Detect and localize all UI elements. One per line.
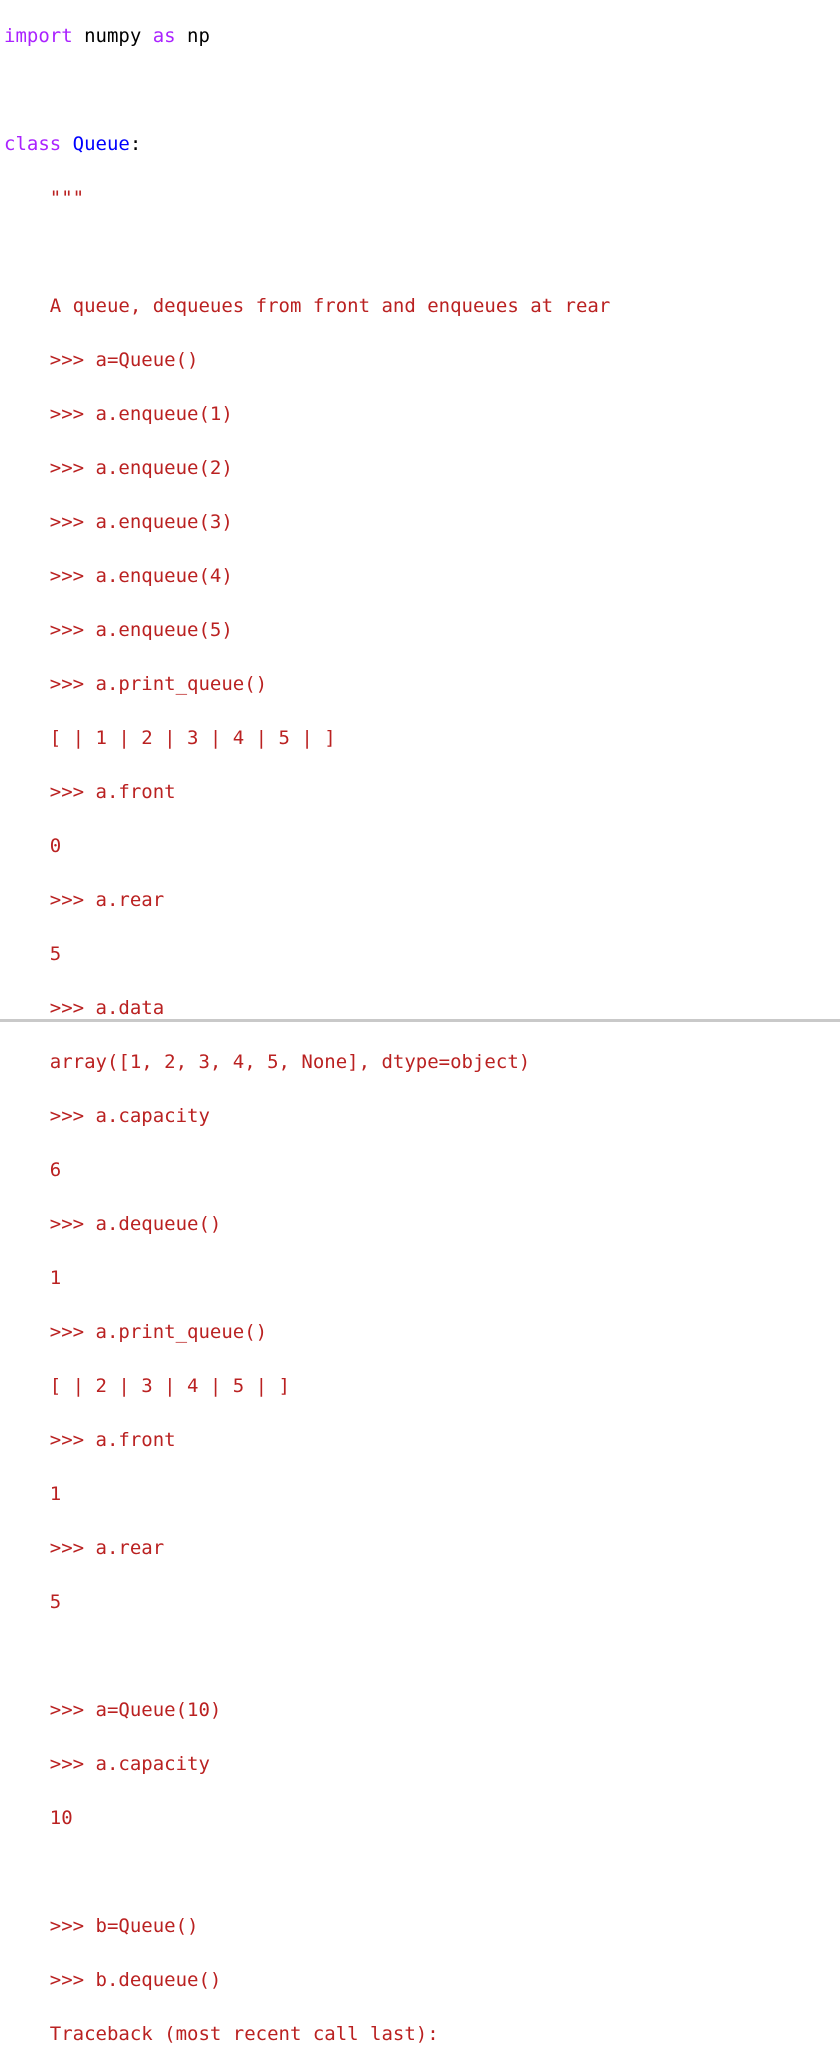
code-token-plain: np <box>175 25 210 47</box>
code-token-string: >>> a=Queue() <box>4 349 199 371</box>
code-token-classname: Queue <box>72 133 130 155</box>
code-line: [ | 2 | 3 | 4 | 5 | ] <box>4 1373 840 1400</box>
code-line: >>> a.enqueue(5) <box>4 617 840 644</box>
code-token-string: >>> a.enqueue(3) <box>4 511 233 533</box>
code-token-string: 5 <box>4 1591 62 1613</box>
code-line: >>> a=Queue(10) <box>4 1697 840 1724</box>
code-token-string: >>> a.enqueue(5) <box>4 619 233 641</box>
code-token-keyword: import <box>4 25 73 47</box>
code-token-string: 0 <box>4 835 62 857</box>
code-line: 5 <box>4 1589 840 1616</box>
code-line: Traceback (most recent call last): <box>4 2021 840 2048</box>
code-line: class Queue: <box>4 131 840 158</box>
code-token-string: """ <box>4 187 85 209</box>
code-token-string: >>> b=Queue() <box>4 1915 199 1937</box>
code-token-string: [ | 1 | 2 | 3 | 4 | 5 | ] <box>4 727 336 749</box>
code-token-string: >>> a.capacity <box>4 1753 210 1775</box>
code-token-string: >>> a.rear <box>4 889 165 911</box>
code-line: >>> a=Queue() <box>4 347 840 374</box>
code-token-string: 10 <box>4 1807 73 1829</box>
code-line: >>> a.dequeue() <box>4 1211 840 1238</box>
code-line: >>> a.front <box>4 1427 840 1454</box>
code-token-string: Traceback (most recent call last): <box>4 2023 439 2045</box>
code-token-string: array([1, 2, 3, 4, 5, None], dtype=objec… <box>4 1051 531 1073</box>
code-line: >>> a.capacity <box>4 1751 840 1778</box>
code-token-string: >>> a.front <box>4 1429 176 1451</box>
code-line: >>> a.print_queue() <box>4 671 840 698</box>
code-line: 1 <box>4 1481 840 1508</box>
code-token-string: >>> a.print_queue() <box>4 673 268 695</box>
horizontal-scrollbar-track[interactable] <box>0 1019 840 1022</box>
code-token-string: >>> a=Queue(10) <box>4 1699 222 1721</box>
code-token-string: [ | 2 | 3 | 4 | 5 | ] <box>4 1375 290 1397</box>
code-token-string: >>> a.enqueue(2) <box>4 457 233 479</box>
code-token-string: >>> a.print_queue() <box>4 1321 268 1343</box>
code-line: >>> a.front <box>4 779 840 806</box>
code-token-string: >>> a.capacity <box>4 1105 210 1127</box>
code-line: 0 <box>4 833 840 860</box>
code-line: >>> a.print_queue() <box>4 1319 840 1346</box>
code-line: 1 <box>4 1265 840 1292</box>
code-line: >>> a.capacity <box>4 1103 840 1130</box>
code-token-keyword: class <box>4 133 62 155</box>
code-token-string: >>> b.dequeue() <box>4 1969 222 1991</box>
code-token-string: 5 <box>4 943 62 965</box>
code-line: >>> b=Queue() <box>4 1913 840 1940</box>
code-token-string: >>> a.enqueue(1) <box>4 403 233 425</box>
code-token-string: 1 <box>4 1483 62 1505</box>
code-token-string: A queue, dequeues from front and enqueue… <box>4 295 611 317</box>
code-line: [ | 1 | 2 | 3 | 4 | 5 | ] <box>4 725 840 752</box>
code-token-string: 6 <box>4 1159 62 1181</box>
code-line: import numpy as np <box>4 23 840 50</box>
code-token-string: >>> a.dequeue() <box>4 1213 222 1235</box>
code-line: 5 <box>4 941 840 968</box>
code-line: >>> a.enqueue(3) <box>4 509 840 536</box>
code-line: array([1, 2, 3, 4, 5, None], dtype=objec… <box>4 1049 840 1076</box>
code-line: >>> a.rear <box>4 887 840 914</box>
code-line: >>> b.dequeue() <box>4 1967 840 1994</box>
code-token-string: >>> a.front <box>4 781 176 803</box>
code-line: >>> a.enqueue(2) <box>4 455 840 482</box>
code-token-plain: numpy <box>72 25 153 47</box>
code-line: >>> a.enqueue(1) <box>4 401 840 428</box>
code-line: """ <box>4 185 840 212</box>
code-line: A queue, dequeues from front and enqueue… <box>4 293 840 320</box>
code-token-string: >>> a.data <box>4 997 165 1019</box>
code-line: >>> a.enqueue(4) <box>4 563 840 590</box>
code-token-keyword: as <box>152 25 176 47</box>
code-token-string: 1 <box>4 1267 62 1289</box>
horizontal-scrollbar[interactable] <box>0 1018 840 1024</box>
code-token-string: >>> a.rear <box>4 1537 165 1559</box>
code-line: 10 <box>4 1805 840 1832</box>
code-line: 6 <box>4 1157 840 1184</box>
code-token-punct: : <box>129 133 142 155</box>
code-token-string: >>> a.enqueue(4) <box>4 565 233 587</box>
code-viewer: import numpy as np class Queue: """ A qu… <box>0 0 840 2045</box>
code-line: >>> a.rear <box>4 1535 840 1562</box>
code-listing: import numpy as np class Queue: """ A qu… <box>0 19 840 2048</box>
